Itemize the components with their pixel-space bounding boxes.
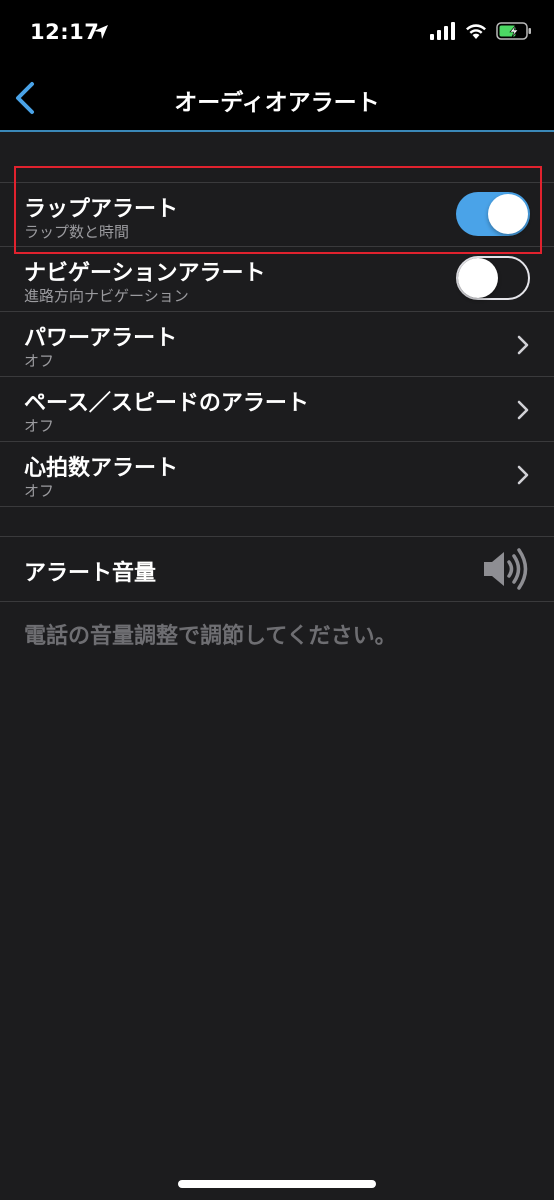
- navigation-bar: オーディオアラート: [0, 70, 554, 132]
- row-subtitle: オフ: [24, 482, 55, 500]
- row-subtitle: オフ: [24, 417, 55, 435]
- highlight-box: [14, 166, 542, 254]
- navigation-alert-toggle[interactable]: [456, 256, 530, 300]
- divider: [0, 506, 554, 507]
- heart-rate-alert-row[interactable]: 心拍数アラート オフ: [0, 441, 554, 506]
- navigation-alert-row[interactable]: ナビゲーションアラート 進路方向ナビゲーション: [0, 246, 554, 311]
- row-title: ペース／スピードのアラート: [24, 391, 309, 416]
- volume-title: アラート音量: [24, 561, 157, 586]
- row-subtitle: 進路方向ナビゲーション: [24, 287, 189, 305]
- chevron-right-icon: [517, 465, 529, 485]
- row-title: 心拍数アラート: [24, 456, 179, 481]
- chevron-right-icon: [517, 400, 529, 420]
- signal-icon: [430, 22, 455, 40]
- status-icons: [430, 22, 532, 40]
- location-arrow-icon: [94, 25, 108, 39]
- toggle-knob: [458, 258, 498, 298]
- battery-icon: [496, 22, 531, 40]
- row-subtitle: オフ: [24, 352, 55, 370]
- home-indicator[interactable]: [178, 1180, 376, 1188]
- wifi-icon: [466, 24, 486, 39]
- row-title: パワーアラート: [24, 326, 178, 351]
- status-time: 12:17: [30, 20, 100, 44]
- alert-volume-row: アラート音量: [0, 536, 554, 602]
- speaker-icon: [484, 548, 528, 590]
- chevron-right-icon: [517, 335, 529, 355]
- power-alert-row[interactable]: パワーアラート オフ: [0, 311, 554, 376]
- row-title: ナビゲーションアラート: [24, 261, 266, 286]
- status-bar: 12:17: [0, 0, 554, 70]
- pace-speed-alert-row[interactable]: ペース／スピードのアラート オフ: [0, 376, 554, 441]
- volume-note: 電話の音量調整で調節してください。: [24, 624, 397, 649]
- page-title: オーディオアラート: [174, 90, 380, 116]
